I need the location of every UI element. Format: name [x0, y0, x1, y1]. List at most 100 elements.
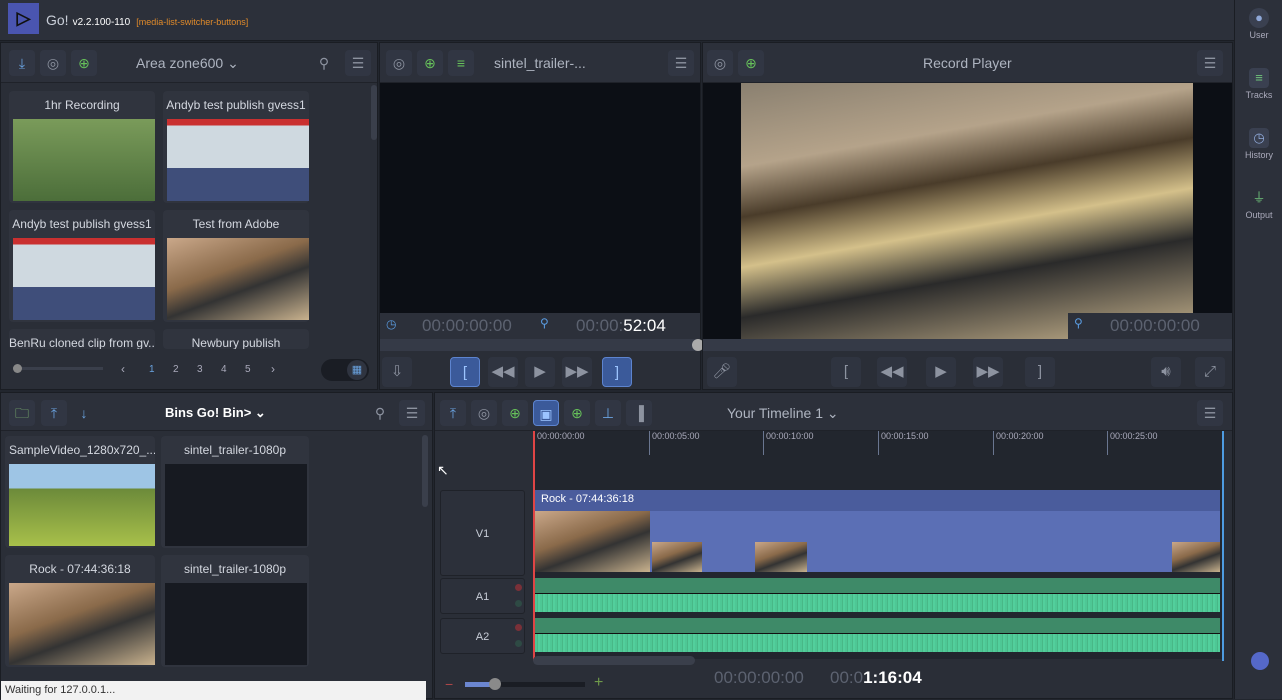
bin-clip[interactable]: SampleVideo_1280x720_... [5, 436, 155, 548]
sidebar-label: Output [1245, 210, 1273, 220]
source-video[interactable] [380, 83, 700, 313]
tracks-icon[interactable]: ≡ [448, 50, 474, 76]
download-icon[interactable]: ⤓ [9, 50, 35, 76]
output-icon: ⏚ [1252, 190, 1266, 205]
page-1[interactable]: 1 [149, 364, 155, 375]
scrollbar[interactable] [371, 85, 377, 140]
clip-card[interactable]: Newbury publish [163, 329, 309, 350]
bin-selector[interactable]: Bins Go! Bin> ⌄ [165, 405, 266, 421]
timeline-hscrollbar[interactable] [533, 656, 695, 665]
upload-icon[interactable]: ⤒ [41, 400, 67, 426]
volume-icon[interactable]: 🔊︎ [1151, 357, 1181, 387]
play-button[interactable]: ▶ [926, 357, 956, 387]
prev-page-button[interactable]: ‹ [121, 362, 125, 376]
fast-forward-button[interactable]: ▶▶ [973, 357, 1003, 387]
fast-forward-button[interactable]: ▶▶ [562, 357, 592, 387]
add-comment-icon[interactable]: ⊕ [738, 50, 764, 76]
mark-out-button[interactable]: ] [602, 357, 632, 387]
add-folder-icon[interactable]: 🗀 [9, 400, 35, 426]
add-comment-icon[interactable]: ⊕ [417, 50, 443, 76]
add-audio-icon[interactable]: ⊕ [564, 400, 590, 426]
clip-frame [1172, 542, 1220, 572]
zoom-slider-handle[interactable] [489, 678, 501, 690]
thumb-size-slider[interactable] [13, 364, 103, 373]
track-header-a2[interactable]: A2 [440, 618, 525, 654]
menu-icon[interactable]: ☰ [1197, 400, 1223, 426]
rewind-button[interactable]: ◀◀ [488, 357, 518, 387]
video-clip[interactable]: Rock - 07:44:36:18 [535, 490, 1220, 572]
page-2[interactable]: 2 [173, 364, 179, 375]
upload-icon[interactable]: ⤒ [440, 400, 466, 426]
play-button[interactable]: ▶ [525, 357, 555, 387]
audio-levels-icon[interactable]: ▐ [626, 400, 652, 426]
record-video-frame[interactable] [741, 83, 1193, 339]
audio-clip-a1[interactable] [535, 578, 1220, 612]
menu-icon[interactable]: ☰ [345, 50, 371, 76]
page-4[interactable]: 4 [221, 364, 227, 375]
search-icon[interactable]: ⚲ [311, 50, 337, 76]
clip-card[interactable]: Andyb test publish gvess1 [9, 210, 155, 322]
camera-aperture-icon[interactable]: ◎ [471, 400, 497, 426]
track-header-a1[interactable]: A1 [440, 578, 525, 614]
clip-card[interactable]: Test from Adobe [163, 210, 309, 322]
clip-card[interactable]: 1hr Recording [9, 91, 155, 203]
mark-out-button[interactable]: ] [1025, 357, 1055, 387]
insert-to-bin-icon[interactable]: ⇩ [382, 357, 412, 387]
sidebar-user[interactable]: ● User [1235, 8, 1282, 40]
menu-icon[interactable]: ☰ [399, 400, 425, 426]
sidebar-tracks[interactable]: ≡ Tracks [1235, 68, 1282, 100]
area-selector[interactable]: Area zone600 ⌄ [136, 55, 239, 72]
track-header-v1[interactable]: V1 [440, 490, 525, 576]
rewind-button[interactable]: ◀◀ [877, 357, 907, 387]
zoom-in-button[interactable]: + [594, 674, 603, 692]
camera-aperture-icon[interactable]: ◎ [707, 50, 733, 76]
source-scrubber[interactable] [380, 339, 700, 351]
overwrite-mode-icon[interactable]: ▣ [533, 400, 559, 426]
mark-in-button[interactable]: [ [831, 357, 861, 387]
mute-dot[interactable] [515, 640, 522, 647]
mute-dot[interactable] [515, 600, 522, 607]
timeline-selector[interactable]: Your Timeline 1 ⌄ [727, 405, 839, 422]
clip-title: Rock - 07:44:36:18 [29, 562, 131, 576]
clip-card[interactable]: Andyb test publish gvess1 [163, 91, 309, 203]
clip-title: SampleVideo_1280x720_... [9, 443, 155, 457]
area-panel: ⤓ ◎ ⊕ Area zone600 ⌄ ⚲ ☰ 1hr Recording A… [0, 42, 378, 390]
add-comment-icon[interactable]: ⊕ [71, 50, 97, 76]
insert-icon[interactable]: ⊥ [595, 400, 621, 426]
fullscreen-icon[interactable]: ⤢ [1195, 357, 1225, 387]
scrollbar[interactable] [422, 435, 428, 507]
mark-in-button[interactable]: [ [450, 357, 480, 387]
clock-icon: ◷ [386, 317, 397, 331]
bug-report-icon[interactable] [1251, 652, 1269, 670]
menu-icon[interactable]: ☰ [668, 50, 694, 76]
clip-thumbnail [9, 583, 155, 665]
record-scrubber[interactable] [703, 339, 1232, 351]
bin-clip[interactable]: sintel_trailer-1080p [161, 436, 309, 548]
search-icon[interactable]: ⚲ [367, 400, 393, 426]
sidebar-output[interactable]: ⏚ Output [1235, 188, 1282, 220]
add-comment-icon[interactable]: ⊕ [502, 400, 528, 426]
zoom-slider[interactable] [465, 678, 585, 690]
zoom-out-button[interactable]: − [445, 676, 453, 692]
page-5[interactable]: 5 [245, 364, 251, 375]
audio-clip-a2[interactable] [535, 618, 1220, 652]
bin-clip[interactable]: sintel_trailer-1080p [161, 555, 309, 667]
microphone-icon[interactable]: 🎤︎ [707, 357, 737, 387]
location-pin-icon: ⚲ [540, 316, 549, 330]
bins-header: 🗀 ⤒ ↓ Bins Go! Bin> ⌄ ⚲ ☰ [1, 393, 432, 431]
record-dot[interactable] [515, 584, 522, 591]
sidebar-history[interactable]: ◷ History [1235, 128, 1282, 160]
next-page-button[interactable]: › [271, 362, 275, 376]
sort-down-icon[interactable]: ↓ [71, 400, 97, 426]
page-3[interactable]: 3 [197, 364, 203, 375]
clip-card[interactable]: BenRu cloned clip from gv... [9, 329, 155, 350]
view-toggle[interactable]: ▦ [321, 359, 369, 381]
bin-clip[interactable]: Rock - 07:44:36:18 [5, 555, 155, 667]
camera-aperture-icon[interactable]: ◎ [386, 50, 412, 76]
ruler-tick: 00:00:00:00 [534, 431, 585, 455]
menu-icon[interactable]: ☰ [1197, 50, 1223, 76]
camera-aperture-icon[interactable]: ◎ [40, 50, 66, 76]
timeline-duration: 1:16:04 [863, 668, 922, 687]
record-dot[interactable] [515, 624, 522, 631]
history-icon: ◷ [1249, 128, 1269, 148]
